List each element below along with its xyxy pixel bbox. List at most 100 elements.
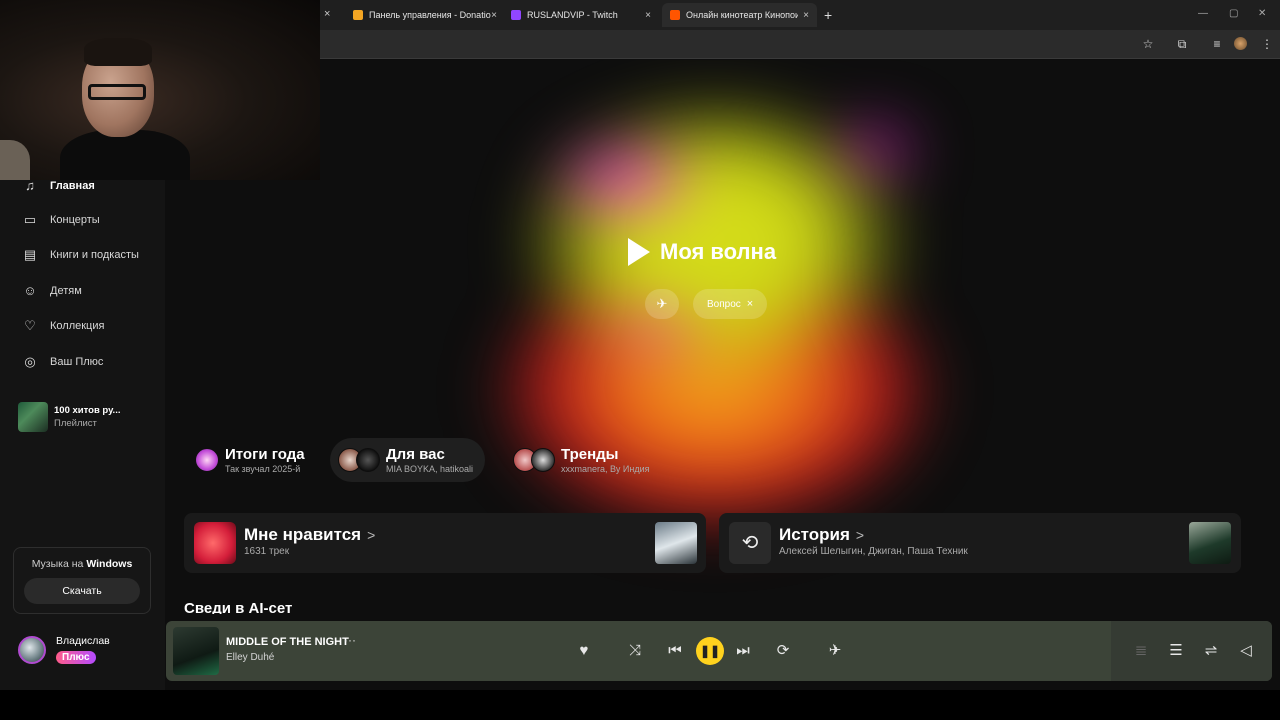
sidebar-item-label: Концерты bbox=[50, 214, 100, 226]
user-name: Владислав bbox=[56, 635, 110, 647]
repeat-icon[interactable]: ⟳ bbox=[773, 641, 793, 661]
donation-favicon-icon bbox=[353, 10, 363, 20]
now-playing-artist[interactable]: Elley Duhé bbox=[226, 652, 274, 663]
shuffle-icon[interactable]: ⤨ bbox=[625, 641, 645, 661]
previous-track-icon[interactable]: ⏮ bbox=[665, 641, 685, 661]
webcam-overlay bbox=[0, 0, 320, 180]
my-wave-play-button[interactable]: Моя волна bbox=[628, 238, 776, 266]
chip-title: Тренды bbox=[561, 446, 619, 463]
next-track-icon[interactable]: ⏭ bbox=[733, 641, 753, 661]
track-thumb bbox=[655, 522, 697, 564]
sidebar-item-books[interactable]: ▤ Книги и подкасты bbox=[22, 247, 139, 263]
kinopoisk-favicon-icon bbox=[670, 10, 680, 20]
card-subtitle: Алексей Шелыгин, Джиган, Паша Техник bbox=[779, 546, 968, 557]
plus-icon: ◎ bbox=[24, 354, 36, 369]
queue-icon[interactable]: ☰ bbox=[1166, 641, 1186, 661]
sidebar-item-label: Главная bbox=[50, 180, 95, 192]
wave-title: Моя волна bbox=[660, 239, 777, 264]
ticket-icon: ▭ bbox=[23, 212, 37, 227]
sidebar-playlist[interactable]: 100 хитов ру... Плейлист bbox=[18, 402, 120, 432]
play-icon bbox=[628, 238, 650, 266]
playlist-title: 100 хитов ру... bbox=[54, 405, 121, 416]
book-icon: ▤ bbox=[23, 247, 37, 262]
user-profile[interactable]: Владислав Плюс bbox=[18, 635, 110, 665]
sidebar-item-label: Детям bbox=[50, 285, 82, 297]
tab-twitch[interactable]: RUSLANDVIP - Twitch × bbox=[503, 3, 659, 27]
sidebar-item-label: Коллекция bbox=[50, 320, 105, 332]
chip-subtitle: MIA BOYKA, hatikoali bbox=[386, 464, 474, 474]
pause-button[interactable]: ❚❚ bbox=[696, 637, 724, 665]
card-subtitle: 1631 трек bbox=[244, 546, 290, 557]
pin-off-icon[interactable]: ✈ bbox=[825, 641, 845, 661]
card-title: Мне нравится > bbox=[244, 525, 376, 544]
card-history[interactable]: ⟲ История > Алексей Шелыгин, Джиган, Паша… bbox=[719, 513, 1241, 573]
avatar[interactable] bbox=[18, 636, 46, 664]
playlist-cover bbox=[18, 402, 48, 432]
card-liked-tracks[interactable]: Мне нравится > 1631 трек bbox=[184, 513, 706, 573]
maximize-icon[interactable]: ▢ bbox=[1229, 8, 1238, 19]
lyrics-icon[interactable]: ≣ bbox=[1131, 641, 1151, 661]
question-chip[interactable]: Вопрос × bbox=[693, 289, 768, 319]
bottom-strip bbox=[0, 690, 1280, 720]
question-label: Вопрос bbox=[707, 298, 741, 310]
tab-donation[interactable]: Панель управления - Donatio × bbox=[345, 3, 505, 27]
address-bar[interactable] bbox=[320, 30, 1280, 59]
player-right-panel: ≣ ☰ ⇌ ◁ bbox=[1111, 621, 1272, 681]
close-icon[interactable]: × bbox=[747, 298, 753, 310]
playlist-subtitle: Плейлист bbox=[54, 418, 97, 429]
now-playing-cover[interactable] bbox=[173, 627, 219, 675]
extensions-icon[interactable]: ⧉ bbox=[1175, 37, 1189, 51]
like-icon[interactable]: ♥ bbox=[574, 641, 594, 661]
kids-icon: ☺ bbox=[23, 283, 37, 298]
volume-icon[interactable]: ◁ bbox=[1236, 641, 1256, 661]
section-title: Сведи в AI-сет bbox=[184, 600, 293, 614]
chip-for-you[interactable]: Для вас MIA BOYKA, hatikoali bbox=[330, 438, 486, 482]
sidebar-item-plus[interactable]: ◎ Ваш Плюс bbox=[22, 354, 103, 370]
browser-profile-avatar[interactable] bbox=[1234, 37, 1247, 50]
equalizer-icon[interactable]: ⇌ bbox=[1201, 641, 1221, 661]
player-bar: MIDDLE OF THE NIGHT ··· Elley Duhé ♥ ⤨ ⏮… bbox=[166, 621, 1272, 681]
tab-title: RUSLANDVIP - Twitch bbox=[527, 10, 618, 20]
bookmark-star-icon[interactable]: ☆ bbox=[1141, 37, 1155, 51]
heart-cover-icon bbox=[194, 522, 236, 564]
chip-trends[interactable]: Тренды xxxmanera, Ву Индия bbox=[505, 438, 662, 482]
chip-title: Для вас bbox=[386, 446, 445, 463]
minimize-icon[interactable]: — bbox=[1198, 8, 1208, 19]
pin-button[interactable]: ✈ bbox=[645, 289, 679, 319]
browser-menu-icon[interactable]: ⋮ bbox=[1260, 37, 1274, 51]
heart-icon: ♡ bbox=[24, 318, 36, 333]
sidebar-item-home[interactable]: ♫ Главная bbox=[22, 178, 95, 194]
promo-text: Музыка на Windows bbox=[31, 558, 133, 570]
tab-kinopoisk[interactable]: Онлайн кинотеатр Кинопоиск × bbox=[662, 3, 817, 27]
artist-thumb bbox=[356, 448, 380, 472]
card-title: История > bbox=[779, 525, 865, 544]
more-options-icon[interactable]: ··· bbox=[344, 633, 356, 647]
download-button[interactable]: Скачать bbox=[24, 578, 140, 604]
sidebar-item-collection[interactable]: ♡ Коллекция bbox=[22, 318, 104, 334]
close-window-icon[interactable]: ✕ bbox=[1258, 8, 1266, 19]
twitch-favicon-icon bbox=[511, 10, 521, 20]
tab-title: Панель управления - Donatio bbox=[369, 10, 491, 20]
sidebar-item-kids[interactable]: ☺ Детям bbox=[22, 283, 82, 299]
webcam-lamp bbox=[0, 140, 30, 180]
chevron-right-icon: > bbox=[855, 527, 865, 543]
chip-year-results[interactable]: Итоги года Так звучал 2025-й bbox=[187, 438, 317, 482]
new-tab-button[interactable]: + bbox=[824, 7, 832, 23]
plus-badge[interactable]: Плюс bbox=[56, 651, 96, 664]
history-icon: ⟲ bbox=[729, 522, 771, 564]
webcam-person-body bbox=[60, 130, 190, 180]
webcam-person-hair bbox=[84, 38, 152, 66]
tab-close-icon[interactable]: × bbox=[491, 10, 497, 21]
pin-icon: ✈ bbox=[656, 296, 668, 311]
tab-title: Онлайн кинотеатр Кинопоиск bbox=[686, 10, 798, 20]
tab-close-icon[interactable]: × bbox=[645, 10, 651, 21]
sidebar-item-concerts[interactable]: ▭ Концерты bbox=[22, 212, 100, 228]
webcam-person-glasses bbox=[88, 84, 146, 100]
year-results-icon bbox=[195, 448, 219, 472]
tab-close-icon[interactable]: × bbox=[324, 8, 330, 20]
main-content: Моя волна ✈ Вопрос × Итоги года Так звуч… bbox=[165, 60, 1280, 690]
now-playing-title[interactable]: MIDDLE OF THE NIGHT bbox=[226, 636, 349, 648]
tab-close-icon[interactable]: × bbox=[803, 10, 809, 21]
chip-subtitle: Так звучал 2025-й bbox=[225, 464, 301, 474]
media-control-icon[interactable]: ≡ bbox=[1210, 37, 1224, 51]
